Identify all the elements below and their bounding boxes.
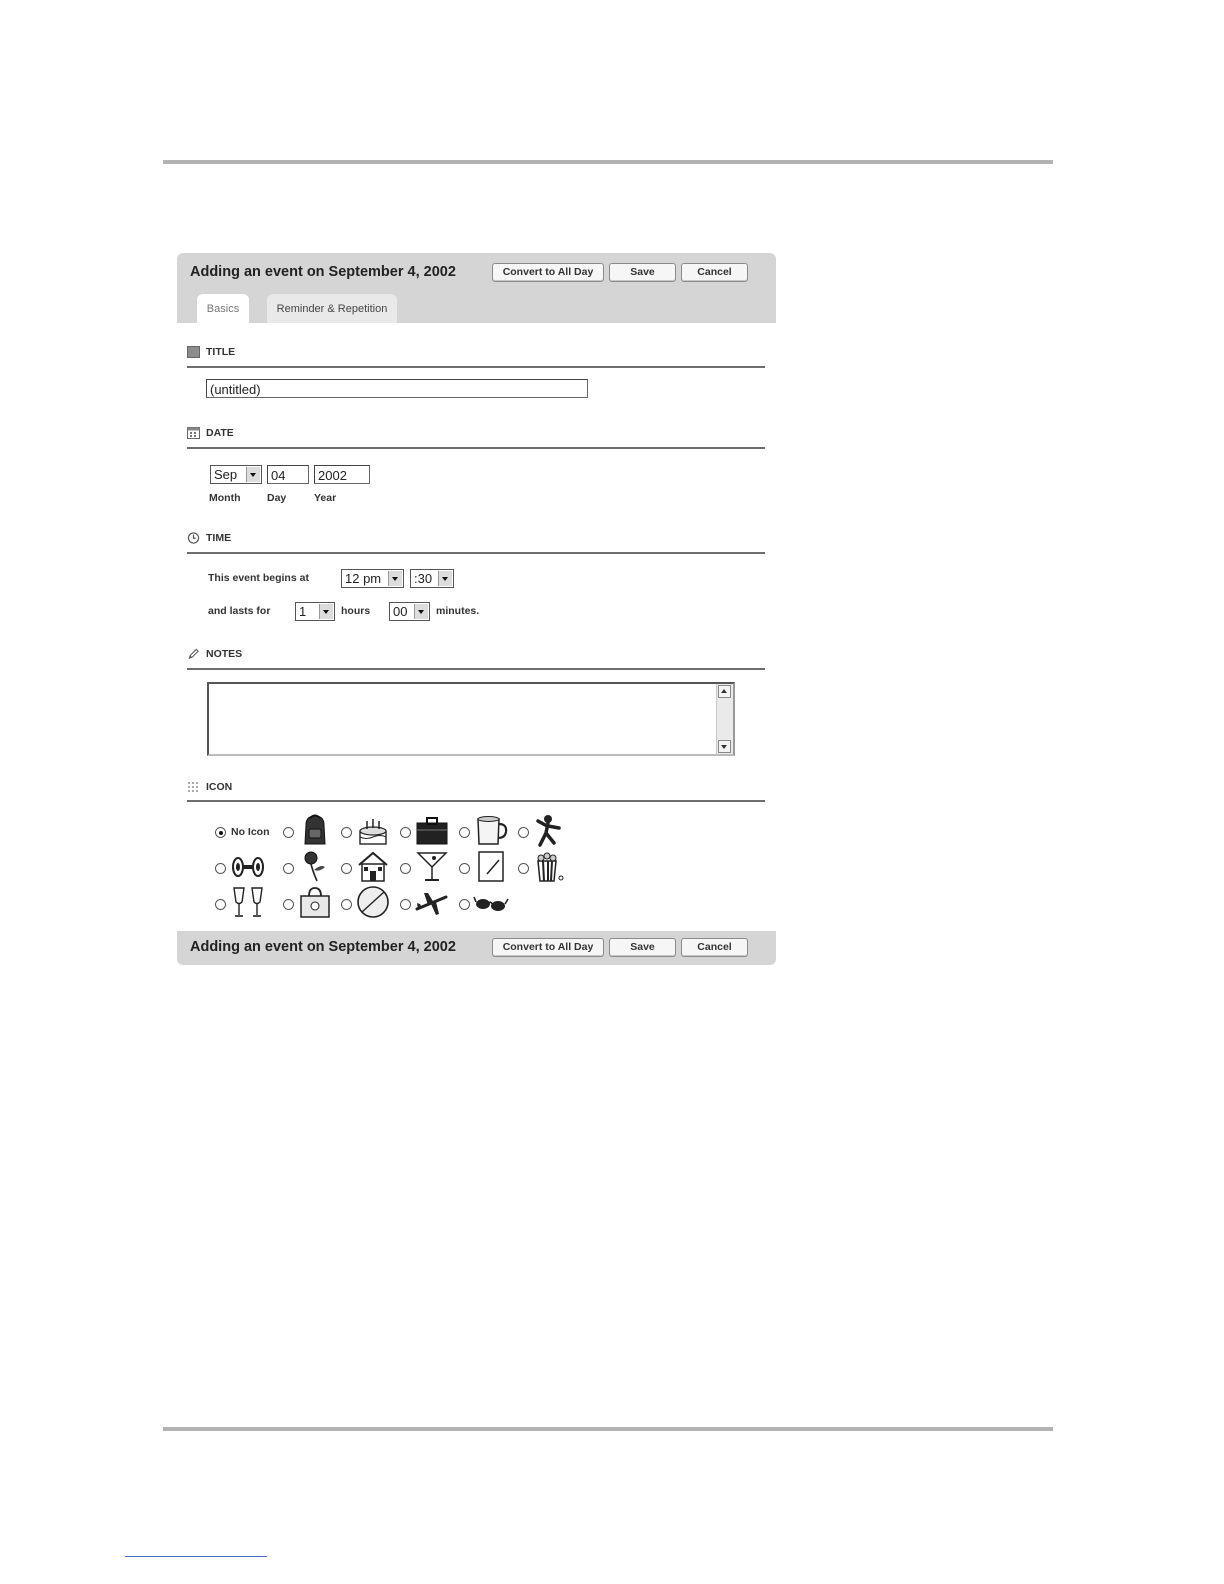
- tab-basics[interactable]: Basics: [197, 294, 249, 323]
- champagne-glasses-icon[interactable]: [230, 885, 266, 919]
- hours-label: hours: [341, 605, 371, 617]
- dialog-title-footer: Adding an event on September 4, 2002: [190, 939, 456, 955]
- month-select[interactable]: Sep: [210, 465, 262, 484]
- month-value: Sep: [214, 467, 238, 482]
- dialog-title: Adding an event on September 4, 2002: [190, 264, 456, 280]
- title-input[interactable]: (untitled): [206, 379, 588, 398]
- martini-icon[interactable]: [414, 849, 450, 883]
- title-divider: [187, 366, 765, 368]
- baseball-radio[interactable]: [341, 899, 352, 910]
- start-minute-value: :30: [414, 571, 433, 586]
- popcorn-radio[interactable]: [518, 863, 529, 874]
- header-bar: Adding an event on September 4, 2002 Con…: [177, 253, 776, 323]
- duration-minutes-select[interactable]: 00: [389, 602, 430, 621]
- tab-reminder-repetition[interactable]: Reminder & Repetition: [267, 294, 397, 323]
- scroll-down-arrow-icon[interactable]: [718, 740, 731, 753]
- airplane-icon[interactable]: [414, 885, 450, 919]
- clock-icon: [187, 532, 200, 544]
- dumbbell-radio[interactable]: [215, 863, 226, 874]
- start-minute-dropdown-arrow-icon[interactable]: [438, 571, 452, 586]
- backpack-icon[interactable]: [297, 813, 333, 847]
- date-section-label: DATE: [206, 427, 234, 439]
- footer-bar: Adding an event on September 4, 2002 Con…: [177, 931, 776, 965]
- start-hour-select[interactable]: 12 pm: [341, 569, 404, 588]
- martini-radio[interactable]: [400, 863, 411, 874]
- minutes-label: minutes.: [436, 605, 480, 617]
- duration-hours-select[interactable]: 1: [295, 602, 335, 621]
- coffee-mug-icon[interactable]: [473, 813, 509, 847]
- title-section-label: TITLE: [206, 346, 236, 358]
- title-square-icon: [187, 346, 200, 358]
- sunglasses-radio[interactable]: [459, 899, 470, 910]
- event-begins-label: This event begins at: [208, 572, 309, 584]
- add-event-dialog: Adding an event on September 4, 2002 Con…: [177, 253, 776, 965]
- notes-section-label: NOTES: [206, 648, 243, 660]
- time-section-label: TIME: [206, 532, 232, 544]
- briefcase-radio[interactable]: [400, 827, 411, 838]
- dumbbell-icon[interactable]: [230, 850, 266, 884]
- cake-radio[interactable]: [341, 827, 352, 838]
- day-label: Day: [267, 492, 287, 504]
- icon-section-label: ICON: [206, 781, 233, 793]
- notes-scrollbar[interactable]: [716, 684, 733, 754]
- no-icon-radio[interactable]: [215, 827, 226, 838]
- calendar-icon: [187, 427, 200, 439]
- page-top-rule: [163, 160, 1053, 164]
- month-dropdown-arrow-icon[interactable]: [246, 467, 260, 482]
- lasts-for-label: and lasts for: [208, 605, 271, 617]
- duration-hours-value: 1: [299, 604, 307, 619]
- rose-radio[interactable]: [283, 863, 294, 874]
- house-radio[interactable]: [341, 863, 352, 874]
- notes-textarea[interactable]: [207, 682, 735, 756]
- save-button-footer[interactable]: Save: [609, 938, 676, 957]
- page-bottom-rule: [163, 1427, 1053, 1431]
- dancer-icon[interactable]: [530, 813, 566, 847]
- start-hour-dropdown-arrow-icon[interactable]: [388, 571, 402, 586]
- icon-divider: [187, 800, 765, 802]
- day-input[interactable]: 04: [267, 465, 309, 484]
- mug-radio[interactable]: [459, 827, 470, 838]
- birthday-cake-icon[interactable]: [355, 813, 391, 847]
- pencil-icon: [188, 648, 199, 659]
- cancel-button[interactable]: Cancel: [681, 263, 748, 282]
- sunglasses-icon[interactable]: [473, 885, 509, 919]
- time-divider: [187, 552, 765, 554]
- year-input[interactable]: 2002: [314, 465, 370, 484]
- no-icon-label: No Icon: [231, 826, 270, 838]
- save-button[interactable]: Save: [609, 263, 676, 282]
- duration-minutes-value: 00: [393, 604, 408, 619]
- convert-all-day-button-footer[interactable]: Convert to All Day: [492, 938, 604, 957]
- house-icon[interactable]: [355, 849, 391, 883]
- shopping-bag-radio[interactable]: [283, 899, 294, 910]
- baseball-icon[interactable]: [355, 885, 391, 919]
- notepad-radio[interactable]: [459, 863, 470, 874]
- year-label: Year: [314, 492, 337, 504]
- notepad-icon[interactable]: [473, 849, 509, 883]
- date-divider: [187, 447, 765, 449]
- scroll-up-arrow-icon[interactable]: [718, 685, 731, 698]
- cancel-button-footer[interactable]: Cancel: [681, 938, 748, 957]
- duration-hours-dropdown-arrow-icon[interactable]: [319, 604, 333, 619]
- start-hour-value: 12 pm: [345, 571, 382, 586]
- backpack-radio[interactable]: [283, 827, 294, 838]
- champagne-radio[interactable]: [215, 899, 226, 910]
- notes-divider: [187, 668, 765, 670]
- grid-dots-icon: [188, 782, 198, 792]
- month-label: Month: [209, 492, 241, 504]
- briefcase-icon[interactable]: [414, 813, 450, 847]
- footer-link-underline: [125, 1556, 267, 1557]
- rose-icon[interactable]: [297, 849, 333, 883]
- convert-all-day-button[interactable]: Convert to All Day: [492, 263, 604, 282]
- shopping-bag-icon[interactable]: [297, 885, 333, 919]
- dancer-radio[interactable]: [518, 827, 529, 838]
- popcorn-icon[interactable]: [530, 849, 566, 883]
- airplane-radio[interactable]: [400, 899, 411, 910]
- duration-minutes-dropdown-arrow-icon[interactable]: [414, 604, 428, 619]
- start-minute-select[interactable]: :30: [410, 569, 454, 588]
